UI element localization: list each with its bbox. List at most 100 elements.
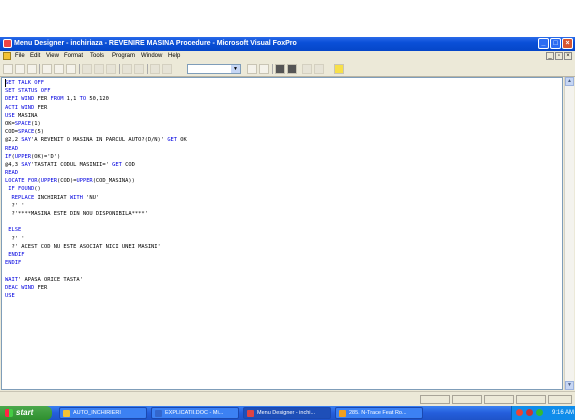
menu-program[interactable]: Program: [112, 51, 135, 61]
folder-icon: [63, 410, 70, 417]
status-panel: [484, 395, 514, 404]
doc-restore-button[interactable]: ▫: [555, 52, 563, 60]
word-document-icon: [155, 410, 162, 417]
toolbar-separator: [119, 64, 120, 74]
menu-tools[interactable]: Tools: [90, 51, 104, 61]
window-title: Menu Designer - inchiriaza - REVENIRE MA…: [14, 40, 297, 47]
print-preview-icon[interactable]: [54, 64, 64, 74]
security-alert-icon[interactable]: [516, 409, 523, 416]
text-cursor: [5, 79, 6, 87]
toolbar-separator: [39, 64, 40, 74]
chevron-down-icon[interactable]: ▼: [231, 65, 240, 73]
menu-format[interactable]: Format: [64, 51, 83, 61]
code-line: SET TALK OFF: [5, 80, 44, 86]
vertical-scrollbar[interactable]: ▲ ▼: [564, 77, 574, 390]
autoreport-icon[interactable]: [314, 64, 324, 74]
network-icon[interactable]: [536, 409, 543, 416]
modify-form-icon[interactable]: [162, 64, 172, 74]
system-tray: 9:16 AM: [511, 406, 575, 420]
scroll-down-icon[interactable]: ▼: [565, 381, 574, 390]
code-line: ?' ': [5, 235, 25, 242]
status-panel: [452, 395, 482, 404]
menu-file[interactable]: File: [15, 51, 25, 61]
code-line: READ: [5, 145, 18, 152]
code-line: SET STATUS OFF: [5, 88, 51, 95]
undo-icon[interactable]: [122, 64, 132, 74]
code-line: IF FOUND(): [8, 186, 41, 193]
code-editor[interactable]: SET TALK OFF SET STATUS OFF DEFI WIND FER …: [1, 77, 563, 390]
foxpro-window: Menu Designer - inchiriaza - REVENIRE MA…: [0, 37, 575, 406]
cut-icon[interactable]: [82, 64, 92, 74]
menu-window[interactable]: Window: [141, 51, 162, 61]
code-line: DEAC WIND FER: [5, 284, 48, 291]
media-player-icon: [339, 410, 346, 417]
standard-toolbar: ▼: [0, 62, 575, 77]
code-line: ?' ACEST COD NU ESTE ASOCIAT NICI UNEI M…: [5, 243, 161, 250]
status-panel: [420, 395, 450, 404]
close-button[interactable]: ×: [562, 38, 573, 49]
open-icon[interactable]: [15, 64, 25, 74]
command-window-icon[interactable]: [247, 64, 257, 74]
autoform-icon[interactable]: [302, 64, 312, 74]
start-button[interactable]: start: [0, 406, 52, 420]
foxpro-app-icon: [247, 410, 254, 417]
code-line: WAIT' APASA ORICE TASTA': [5, 276, 83, 283]
code-line: USE: [5, 292, 15, 299]
doc-close-button[interactable]: ×: [564, 52, 572, 60]
taskbar-item-label: EXPLICATII.DOC - Mi...: [165, 410, 224, 416]
minimize-button[interactable]: _: [538, 38, 549, 49]
code-line: REPLACE INCHIRIAT WITH 'NU': [11, 194, 100, 201]
windows-logo-icon: [5, 409, 13, 417]
status-panel: [516, 395, 546, 404]
toolbar-separator: [79, 64, 80, 74]
form-wizard-icon[interactable]: [275, 64, 285, 74]
redo-icon[interactable]: [134, 64, 144, 74]
code-lines: SET TALK OFF SET STATUS OFF DEFI WIND FER …: [5, 79, 187, 300]
taskbar-item-explicatii-doc[interactable]: EXPLICATII.DOC - Mi...: [151, 407, 239, 419]
copy-icon[interactable]: [94, 64, 104, 74]
taskbar-item-auto-inchirieri[interactable]: AUTO_INCHIRIERI: [59, 407, 147, 419]
clock[interactable]: 9:16 AM: [552, 406, 574, 420]
new-icon[interactable]: [3, 64, 13, 74]
antivirus-icon[interactable]: [526, 409, 533, 416]
code-line: ACTI WIND FER: [5, 104, 48, 111]
taskbar-item-n-trace[interactable]: 285. N-Trace Feat Ro...: [335, 407, 423, 419]
toolbar-combo[interactable]: ▼: [187, 64, 241, 74]
foxpro-app-icon[interactable]: [3, 39, 12, 48]
code-line: ENDIF: [5, 260, 22, 267]
menu-edit[interactable]: Edit: [30, 51, 40, 61]
doc-minimize-button[interactable]: _: [546, 52, 554, 60]
code-line: ?'****MASINA ESTE DIN NOU DISPONIBILA***…: [5, 211, 148, 217]
taskbar-item-label: Menu Designer - inchi...: [257, 410, 316, 416]
code-line: IF(UPPER(OK)='D'): [5, 153, 61, 160]
code-line: @2,2 SAY'A REVENIT O MASINA IN PARCUL AU…: [5, 137, 187, 144]
help-icon[interactable]: [334, 64, 344, 74]
menu-view[interactable]: View: [46, 51, 59, 61]
save-icon[interactable]: [27, 64, 37, 74]
toolbar-separator: [272, 64, 273, 74]
code-line: ENDIF: [8, 251, 25, 258]
status-panel: [548, 395, 572, 404]
code-line: @4,3 SAY'TASTATI CODUL MASINII=' GET COD: [5, 161, 135, 168]
scroll-up-icon[interactable]: ▲: [565, 77, 574, 86]
taskbar-item-label: AUTO_INCHIRIERI: [73, 410, 121, 416]
title-bar[interactable]: Menu Designer - inchiriaza - REVENIRE MA…: [0, 37, 575, 51]
report-wizard-icon[interactable]: [287, 64, 297, 74]
document-icon[interactable]: [3, 52, 11, 60]
spell-check-icon[interactable]: [66, 64, 76, 74]
run-icon[interactable]: [150, 64, 160, 74]
menu-bar: File Edit View Format Tools Program Wind…: [0, 51, 575, 61]
print-icon[interactable]: [42, 64, 52, 74]
maximize-button[interactable]: □: [550, 38, 561, 49]
code-line: ELSE: [8, 227, 22, 234]
windows-taskbar: start AUTO_INCHIRIERI EXPLICATII.DOC - M…: [0, 406, 575, 420]
view-window-icon[interactable]: [259, 64, 269, 74]
code-line: OK=SPACE(1): [5, 120, 41, 127]
code-line: ?' ': [5, 202, 25, 209]
menu-help[interactable]: Help: [168, 51, 180, 61]
taskbar-item-menu-designer[interactable]: Menu Designer - inchi...: [243, 407, 331, 419]
taskbar-item-label: 285. N-Trace Feat Ro...: [349, 410, 407, 416]
paste-icon[interactable]: [106, 64, 116, 74]
